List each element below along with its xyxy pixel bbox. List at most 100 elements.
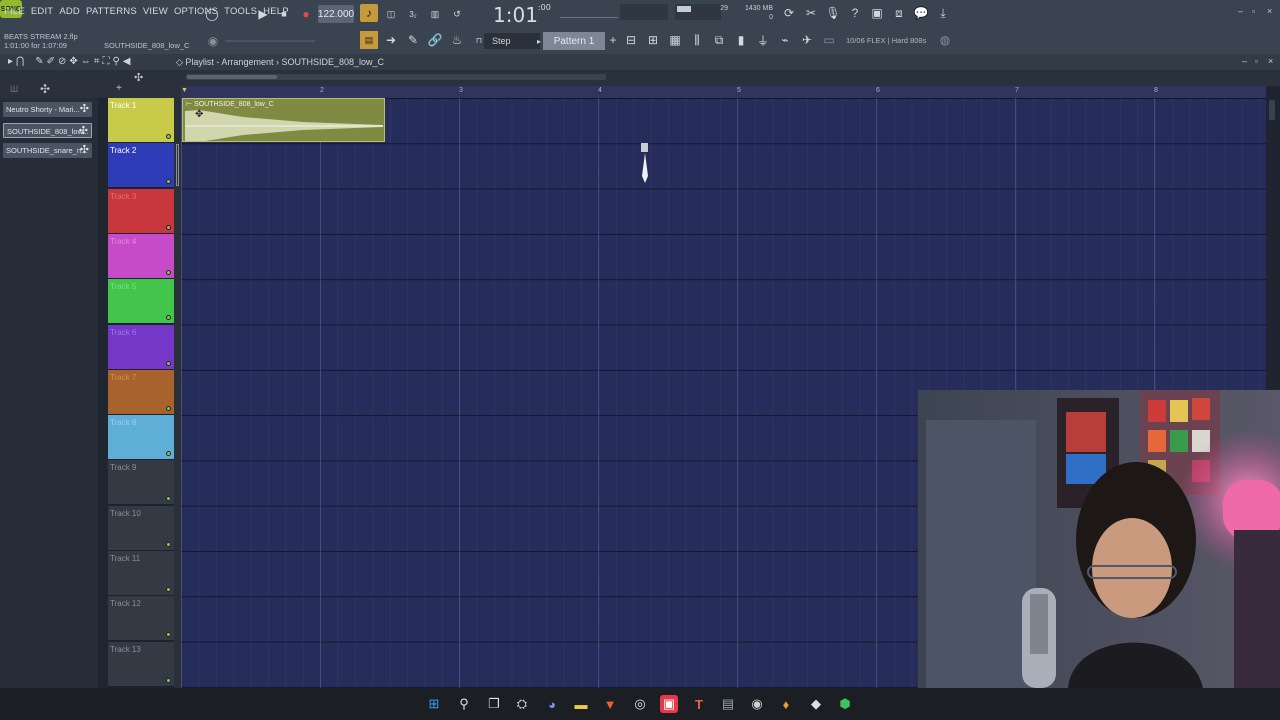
pattern-item[interactable]: Neutro Shorty - Mari... ✣ — [3, 102, 92, 117]
track-mute-led[interactable] — [166, 360, 171, 366]
add-pattern-icon[interactable]: + — [604, 31, 622, 49]
paint-icon[interactable]: ✐ — [47, 56, 55, 67]
stop-icon[interactable]: ■ — [275, 5, 293, 23]
horizontal-scrollbar[interactable] — [186, 74, 606, 80]
close-icon[interactable]: × — [1267, 6, 1272, 16]
picker-move-icon[interactable]: ✣ — [40, 82, 50, 96]
chrome-icon[interactable]: ◎ — [631, 695, 649, 713]
delete-icon[interactable]: ⊘ — [58, 56, 66, 67]
track-mute-led[interactable] — [166, 224, 171, 230]
picker-menu-icon[interactable]: Ш — [10, 84, 18, 94]
track-mute-led[interactable] — [166, 134, 171, 139]
slip-icon[interactable]: ⇔ — [81, 56, 91, 67]
maximize-icon[interactable]: ▫ — [1252, 6, 1255, 16]
arrow-menu-icon[interactable]: ▸ — [8, 56, 13, 67]
cut-icon[interactable]: ✂ — [802, 4, 820, 22]
track-header[interactable]: Track 10 — [108, 505, 174, 550]
refresh-icon[interactable]: ⟳ — [780, 4, 798, 22]
track-mute-led[interactable] — [166, 587, 171, 592]
brave-icon[interactable]: ▼ — [601, 695, 619, 713]
streamlabs-icon[interactable]: ▣ — [660, 695, 678, 713]
track-header[interactable]: Track 8 — [108, 415, 174, 460]
obs-icon[interactable]: ◉ — [748, 695, 766, 713]
save-icon[interactable]: ▣ — [868, 4, 886, 22]
search-icon[interactable]: ⚲ — [455, 695, 473, 713]
playhead-icon[interactable]: ▼ — [181, 87, 188, 94]
pencil-icon[interactable]: ✎ — [404, 31, 422, 49]
chat-icon[interactable]: 💬 — [912, 4, 930, 22]
playlist-maximize-icon[interactable]: ▫ — [1255, 56, 1258, 66]
zoom-icon[interactable]: ⚲ — [112, 56, 119, 67]
steam-icon[interactable]: ⛭ — [513, 695, 531, 713]
track-mute-led[interactable] — [166, 179, 171, 185]
microphone-icon[interactable]: 🎙 — [824, 4, 842, 22]
track-header[interactable]: Track 13 — [108, 641, 174, 686]
mixer-icon[interactable]: ⊟ — [622, 31, 640, 49]
metronome-icon[interactable]: ♪ — [360, 4, 378, 22]
typeface-icon[interactable]: T — [690, 695, 708, 713]
vertical-scroll-thumb[interactable] — [1269, 100, 1275, 120]
pattern-selector[interactable]: Pattern 1 — [543, 32, 605, 50]
countdown-icon[interactable]: 3₂ — [404, 5, 422, 23]
track-mute-led[interactable] — [166, 405, 171, 411]
help-icon[interactable]: ? — [846, 4, 864, 22]
browser-icon[interactable]: ⫼ — [688, 31, 706, 49]
playlist-icon[interactable]: ▤ — [360, 31, 378, 49]
menu-edit[interactable]: EDIT — [31, 6, 53, 17]
slice-icon[interactable]: ⌗ — [94, 56, 100, 67]
track-header[interactable]: Track 4 — [108, 233, 174, 278]
scroll-thumb[interactable] — [187, 75, 277, 79]
task-view-icon[interactable]: ❐ — [485, 695, 503, 713]
timeline-ruler[interactable]: ▼ 2 3 4 5 6 7 8 — [181, 86, 1266, 98]
tool-icon[interactable]: ✈ — [798, 31, 816, 49]
playback-icon[interactable]: ◀ — [123, 56, 131, 67]
app-icon[interactable]: ▤ — [719, 695, 737, 713]
playlist-arrows-icon[interactable]: ◇ — [176, 57, 185, 67]
picker-scrollbar[interactable] — [98, 98, 108, 688]
track-mute-led[interactable] — [166, 677, 171, 683]
audio-clip[interactable]: ⊢ SOUTHSIDE_808_low_C ✥ — [182, 98, 385, 142]
menu-add[interactable]: ADD — [59, 6, 80, 17]
minimize-icon[interactable]: – — [1238, 6, 1243, 16]
track-header[interactable]: Track 1 — [108, 98, 174, 142]
draw-icon[interactable]: ✎ — [35, 56, 43, 67]
play-icon[interactable]: ▶ — [254, 5, 272, 23]
master-volume[interactable] — [620, 4, 668, 20]
fl-studio-icon[interactable]: ♦ — [777, 695, 795, 713]
pattern-item[interactable]: SOUTHSIDE_snare_n... ✣ — [3, 143, 92, 158]
master-pitch-slider[interactable] — [225, 40, 315, 42]
plug-icon[interactable]: ⏚ — [754, 31, 772, 49]
magnet-icon[interactable]: ⋂ — [16, 56, 24, 67]
epic-icon[interactable]: ◆ — [807, 695, 825, 713]
globe-icon[interactable]: ◍ — [936, 31, 954, 49]
menu-patterns[interactable]: PATTERNS — [86, 6, 137, 17]
loop-record-icon[interactable]: ↺ — [448, 5, 466, 23]
track-mute-led[interactable] — [166, 315, 171, 321]
link-icon[interactable]: 🔗 — [426, 31, 444, 49]
mute-icon[interactable]: ✥ — [69, 56, 77, 67]
pattern-add-icon[interactable]: ✣ — [80, 102, 89, 117]
track-selector[interactable] — [176, 144, 179, 186]
cart-icon[interactable]: ▭ — [820, 31, 838, 49]
track-header[interactable]: Track 7 — [108, 369, 174, 414]
track-mute-led[interactable] — [166, 632, 171, 638]
track-header[interactable]: Track 2 — [108, 143, 174, 188]
snap-arrow-icon[interactable]: ➜ — [382, 31, 400, 49]
track-mute-led[interactable] — [166, 541, 171, 547]
time-marker[interactable] — [640, 143, 650, 187]
playlist-close-icon[interactable]: × — [1268, 56, 1273, 66]
track-header[interactable]: Track 12 — [108, 596, 174, 641]
piano-roll-icon[interactable]: ▦ — [666, 31, 684, 49]
menu-file[interactable]: FILE — [4, 6, 25, 17]
wait-icon[interactable]: ◫ — [382, 5, 400, 23]
track-header[interactable]: Track 5 — [108, 279, 174, 324]
stamp-icon[interactable]: ♨ — [448, 31, 466, 49]
menu-tools[interactable]: TOOLS — [224, 6, 257, 17]
add-track-icon[interactable]: + — [116, 83, 122, 94]
menu-view[interactable]: VIEW — [143, 6, 168, 17]
track-mute-led[interactable] — [166, 269, 171, 275]
tempo-display[interactable]: 122.000 — [318, 5, 354, 23]
horizontal-zoom-icon[interactable]: ✣ — [134, 71, 143, 84]
download-icon[interactable]: ⤓ — [934, 4, 952, 22]
hint-knob-icon[interactable]: ◯ — [203, 5, 221, 23]
